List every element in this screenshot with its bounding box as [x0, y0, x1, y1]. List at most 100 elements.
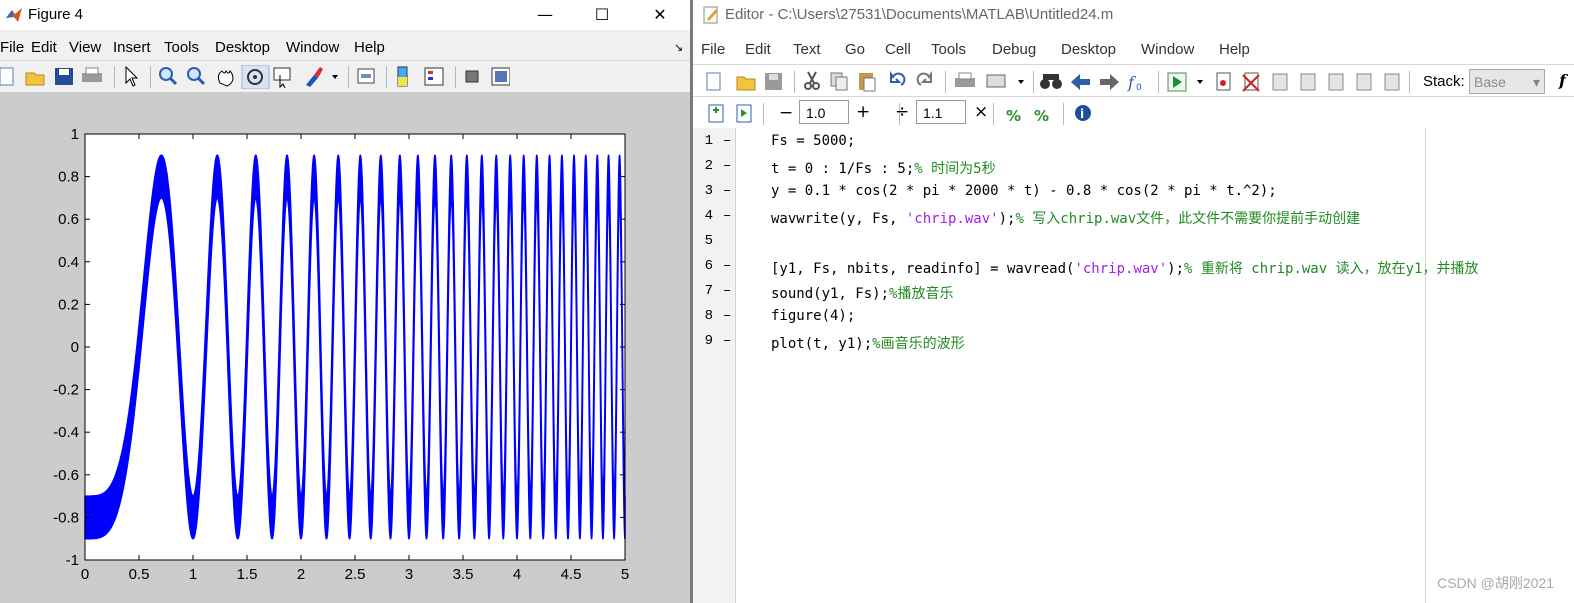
line-number: 7 — [704, 283, 713, 299]
dropdown-arrow-icon — [1018, 80, 1024, 84]
close-icon[interactable]: ✕ — [649, 4, 671, 26]
y-tick-label: 0 — [71, 339, 79, 356]
editor-toolbar-icons: f0 — [706, 70, 1410, 93]
breakpoint-dash[interactable]: – — [723, 258, 731, 274]
step-in-icon — [1300, 73, 1316, 91]
ed-menu-debug[interactable]: Debug — [992, 41, 1036, 58]
save-icon — [55, 68, 73, 85]
code-comment: % 重新将 chrip.wav 读入，放在y1，并播放 — [1184, 261, 1479, 277]
run-icon — [1167, 72, 1187, 92]
insert-cell-icon — [708, 104, 724, 123]
function-browser-icon[interactable]: f — [1559, 71, 1566, 90]
set-breakpoint-icon — [1216, 72, 1231, 91]
watermark: CSDN @胡刚2021 — [1437, 575, 1554, 591]
figure-canvas: 0 0.5 1 1.5 2 2.5 3 3.5 4 4.5 5 1 0.8 0.6 0.4 0.2 0 -0.2 -… — [0, 92, 690, 603]
x-tick-label: 4.5 — [561, 566, 582, 583]
code-text: ); — [1167, 261, 1185, 277]
menu-file[interactable]: File — [0, 39, 24, 56]
step-icon — [1272, 73, 1288, 91]
open-icon — [25, 72, 45, 86]
forward-arrow-icon — [1100, 74, 1119, 90]
code-line[interactable]: plot(t, y1);%画音乐的波形 — [771, 333, 965, 353]
line-number-gutter: 1–2–3–4–5 6–7–8–9– — [693, 128, 736, 603]
clear-breakpoints-icon — [1242, 72, 1260, 92]
pointer-icon — [125, 65, 139, 87]
code-text: y = 0.1 * cos(2 * pi * 2000 * t) - 0.8 *… — [771, 183, 1277, 199]
stack-select[interactable]: Base ▾ — [1469, 69, 1545, 94]
code-text: Fs = 5000; — [771, 133, 856, 149]
y-tick-label: -1 — [66, 552, 79, 569]
continue-icon — [1356, 73, 1372, 91]
code-line[interactable]: figure(4); — [771, 308, 855, 324]
menu-tools[interactable]: Tools — [164, 39, 199, 56]
code-line[interactable]: [y1, Fs, nbits, readinfo] = wavread('chr… — [771, 258, 1478, 278]
y-tick-label: 1 — [71, 126, 79, 143]
menu-help[interactable]: Help — [354, 39, 385, 56]
line-number: 3 — [704, 183, 713, 199]
breakpoint-dash[interactable]: – — [723, 283, 731, 299]
menu-desktop[interactable]: Desktop — [215, 39, 270, 56]
ed-menu-tools[interactable]: Tools — [931, 41, 966, 58]
cell-divide-button[interactable]: ÷ — [895, 102, 909, 122]
data-cursor-icon — [273, 67, 291, 89]
undo-icon — [890, 70, 906, 86]
menu-insert[interactable]: Insert — [113, 39, 151, 56]
y-tick-label: 0.4 — [58, 254, 79, 271]
cell-scale-input[interactable]: 1.1 — [916, 100, 966, 124]
code-string: 'chrip.wav' — [905, 211, 999, 227]
ed-menu-go[interactable]: Go — [845, 41, 865, 58]
code-line[interactable]: sound(y1, Fs);%播放音乐 — [771, 283, 953, 303]
ed-menu-window[interactable]: Window — [1141, 41, 1194, 58]
figure-titlebar: Figure 4 — ☐ ✕ — [0, 0, 690, 30]
svg-text:0: 0 — [1136, 83, 1142, 93]
breakpoint-dash[interactable]: – — [723, 158, 731, 174]
line-number: 8 — [704, 308, 713, 324]
dropdown-arrow-icon — [1197, 80, 1203, 84]
maximize-icon[interactable]: ☐ — [591, 4, 613, 26]
figure-title: Figure 4 — [28, 6, 84, 23]
menu-view[interactable]: View — [69, 39, 101, 56]
brush-icon — [306, 67, 323, 87]
breakpoint-dash[interactable]: – — [723, 333, 731, 349]
line-number: 1 — [704, 133, 713, 149]
breakpoint-dash[interactable]: – — [723, 133, 731, 149]
binoculars-icon — [1040, 74, 1062, 89]
ed-menu-desktop[interactable]: Desktop — [1061, 41, 1116, 58]
editor-title: Editor - C:\Users\27531\Documents\MATLAB… — [725, 6, 1114, 23]
info-icon: i — [1075, 105, 1091, 121]
find-files-icon — [986, 74, 1006, 88]
code-line[interactable]: Fs = 5000; — [771, 133, 855, 149]
code-line[interactable]: wavwrite(y, Fs, 'chrip.wav');% 写入chrip.w… — [771, 208, 1360, 228]
zoom-in-icon — [159, 67, 178, 86]
ed-menu-edit[interactable]: Edit — [745, 41, 771, 58]
plot-area: 0 0.5 1 1.5 2 2.5 3 3.5 4 4.5 5 1 0.8 0.6 0.4 0.2 0 -0.2 -… — [53, 126, 629, 583]
svg-text:%: % — [1006, 107, 1021, 125]
dock-arrow-icon[interactable]: ↘ — [674, 41, 683, 54]
stack-select-value: Base — [1474, 74, 1506, 90]
cell-times-button[interactable]: × — [974, 102, 988, 122]
colorbar-icon — [397, 66, 408, 87]
svg-text:i: i — [1080, 107, 1084, 121]
ed-menu-file[interactable]: File — [701, 41, 725, 58]
breakpoint-dash[interactable]: – — [723, 308, 731, 324]
breakpoint-dash[interactable]: – — [723, 208, 731, 224]
menu-window[interactable]: Window — [286, 39, 339, 56]
ed-menu-help[interactable]: Help — [1219, 41, 1250, 58]
breakpoint-dash[interactable]: – — [723, 183, 731, 199]
code-line[interactable]: t = 0 : 1/Fs : 5;% 时间为5秒 — [771, 158, 996, 178]
cell-plus-button[interactable]: + — [856, 102, 870, 122]
figure-menubar: File Edit View Insert Tools Desktop Wind… — [0, 34, 690, 61]
percent-up-icon: % — [1006, 107, 1021, 125]
show-plot-tools-icon — [491, 67, 510, 86]
ed-menu-cell[interactable]: Cell — [885, 41, 911, 58]
code-comment: %画音乐的波形 — [872, 336, 965, 352]
ed-menu-text[interactable]: Text — [793, 41, 821, 58]
minimize-icon[interactable]: — — [534, 4, 556, 26]
code-line[interactable]: y = 0.1 * cos(2 * pi * 2000 * t) - 0.8 *… — [771, 183, 1277, 199]
svg-text:%: % — [1034, 107, 1049, 125]
stack-label: Stack: — [1423, 73, 1465, 90]
menu-edit[interactable]: Edit — [31, 39, 57, 56]
cell-value-input[interactable]: 1.0 — [799, 100, 849, 124]
save-icon — [765, 73, 782, 90]
cell-minus-button[interactable]: − — [779, 103, 793, 123]
